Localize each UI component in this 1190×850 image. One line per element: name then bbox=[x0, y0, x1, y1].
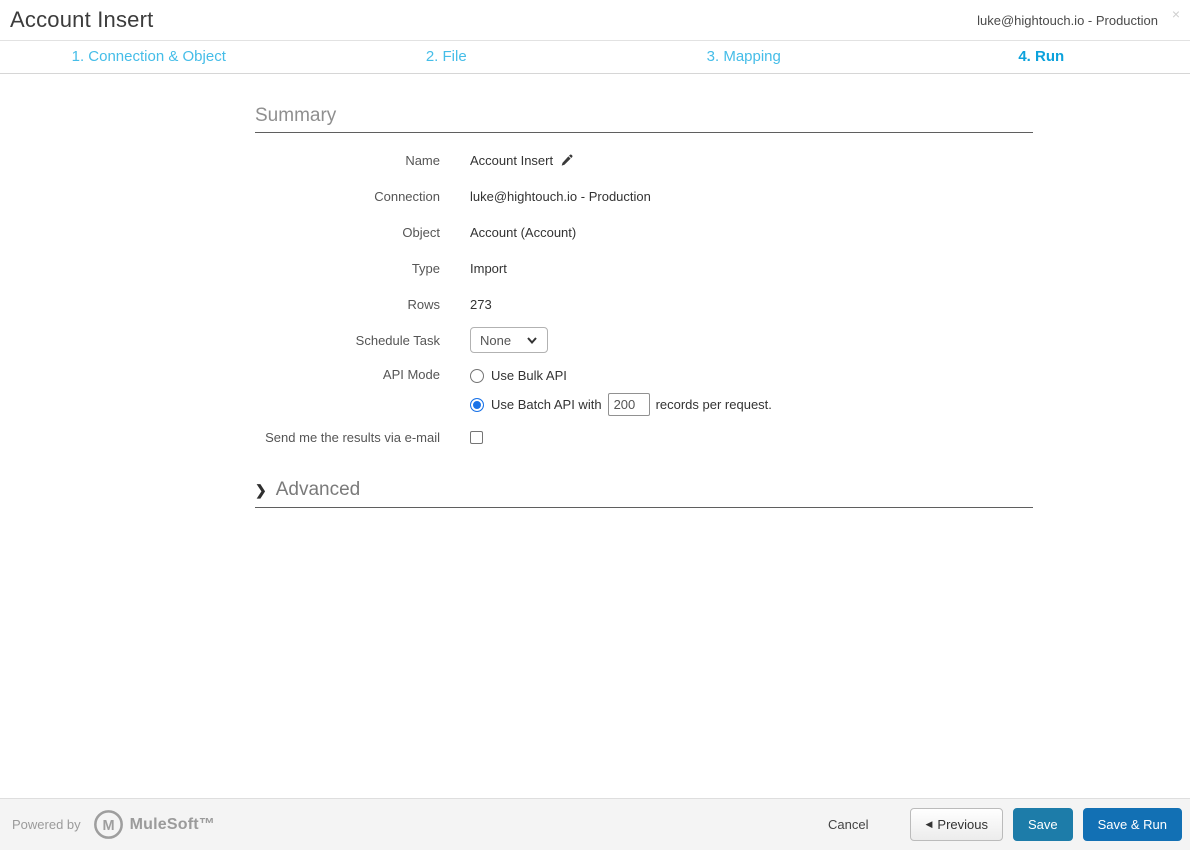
powered-by: Powered by M MuleSoft™ bbox=[12, 809, 215, 840]
rows-value: 273 bbox=[470, 296, 492, 312]
connection-label: Connection bbox=[374, 188, 440, 204]
tab-connection-object[interactable]: 1. Connection & Object bbox=[0, 41, 298, 73]
run-summary-panel: Summary Name Account Insert Connection l… bbox=[255, 74, 1033, 508]
object-label: Object bbox=[402, 224, 440, 240]
name-label: Name bbox=[405, 152, 440, 168]
row-name: Name Account Insert bbox=[255, 142, 1033, 178]
batch-api-option: Use Batch API with records per request. bbox=[470, 390, 772, 419]
summary-heading: Summary bbox=[255, 74, 1033, 133]
row-rows: Rows 273 bbox=[255, 286, 1033, 322]
row-type: Type Import bbox=[255, 250, 1033, 286]
page-title: Account Insert bbox=[10, 7, 154, 32]
close-icon[interactable]: × bbox=[1172, 7, 1180, 21]
brand-name: MuleSoft™ bbox=[129, 815, 216, 833]
batch-size-input[interactable] bbox=[607, 393, 650, 416]
bulk-api-option-label: Use Bulk API bbox=[491, 368, 567, 383]
previous-button-label: Previous bbox=[937, 817, 988, 832]
bulk-api-option: Use Bulk API bbox=[470, 361, 772, 390]
cancel-button[interactable]: Cancel bbox=[828, 817, 868, 832]
save-and-run-button[interactable]: Save & Run bbox=[1082, 808, 1182, 841]
tab-mapping[interactable]: 3. Mapping bbox=[595, 41, 893, 73]
previous-arrow-icon: ◀ bbox=[925, 819, 933, 829]
header: Account Insert luke@hightouch.io - Produ… bbox=[0, 0, 1190, 41]
footer: Powered by M MuleSoft™ Cancel ◀ Previous… bbox=[0, 798, 1190, 850]
save-button[interactable]: Save bbox=[1012, 808, 1073, 841]
row-object: Object Account (Account) bbox=[255, 214, 1033, 250]
email-results-label: Send me the results via e-mail bbox=[265, 429, 440, 445]
chevron-right-icon: ❯ bbox=[255, 481, 267, 498]
row-connection: Connection luke@hightouch.io - Productio… bbox=[255, 178, 1033, 214]
chevron-down-icon bbox=[527, 336, 537, 344]
powered-by-text: Powered by bbox=[12, 817, 81, 832]
batch-api-option-suffix: records per request. bbox=[655, 397, 772, 412]
pencil-icon[interactable] bbox=[560, 154, 573, 167]
row-api-mode: API Mode Use Bulk API Use Batch API with… bbox=[255, 358, 1033, 419]
connection-value: luke@hightouch.io - Production bbox=[470, 188, 651, 204]
schedule-task-select[interactable]: None bbox=[470, 327, 548, 353]
mulesoft-logo: M bbox=[93, 809, 124, 840]
batch-api-option-prefix: Use Batch API with bbox=[491, 397, 602, 412]
footer-actions: Cancel ◀ Previous Save Save & Run bbox=[828, 808, 1182, 841]
tab-run[interactable]: 4. Run bbox=[893, 41, 1190, 73]
bulk-api-radio[interactable] bbox=[470, 368, 484, 383]
row-schedule-task: Schedule Task None bbox=[255, 322, 1033, 358]
api-mode-label: API Mode bbox=[382, 367, 440, 382]
tab-file[interactable]: 2. File bbox=[298, 41, 596, 73]
svg-text:M: M bbox=[102, 818, 114, 834]
name-value: Account Insert bbox=[470, 152, 554, 168]
wizard-tabs: 1. Connection & Object 2. File 3. Mappin… bbox=[0, 41, 1190, 74]
email-results-checkbox[interactable] bbox=[470, 430, 483, 444]
row-email-results: Send me the results via e-mail bbox=[255, 419, 1033, 455]
advanced-label: Advanced bbox=[275, 479, 361, 500]
type-label: Type bbox=[411, 260, 440, 276]
rows-label: Rows bbox=[407, 296, 440, 312]
batch-api-radio[interactable] bbox=[470, 397, 484, 412]
connection-indicator: luke@hightouch.io - Production bbox=[977, 13, 1158, 28]
type-value: Import bbox=[470, 260, 507, 276]
schedule-task-label: Schedule Task bbox=[355, 332, 440, 348]
previous-button[interactable]: ◀ Previous bbox=[910, 808, 1003, 841]
advanced-section-toggle[interactable]: ❯ Advanced bbox=[255, 479, 1033, 508]
schedule-task-selected-value: None bbox=[480, 332, 512, 348]
object-value: Account (Account) bbox=[470, 224, 577, 240]
